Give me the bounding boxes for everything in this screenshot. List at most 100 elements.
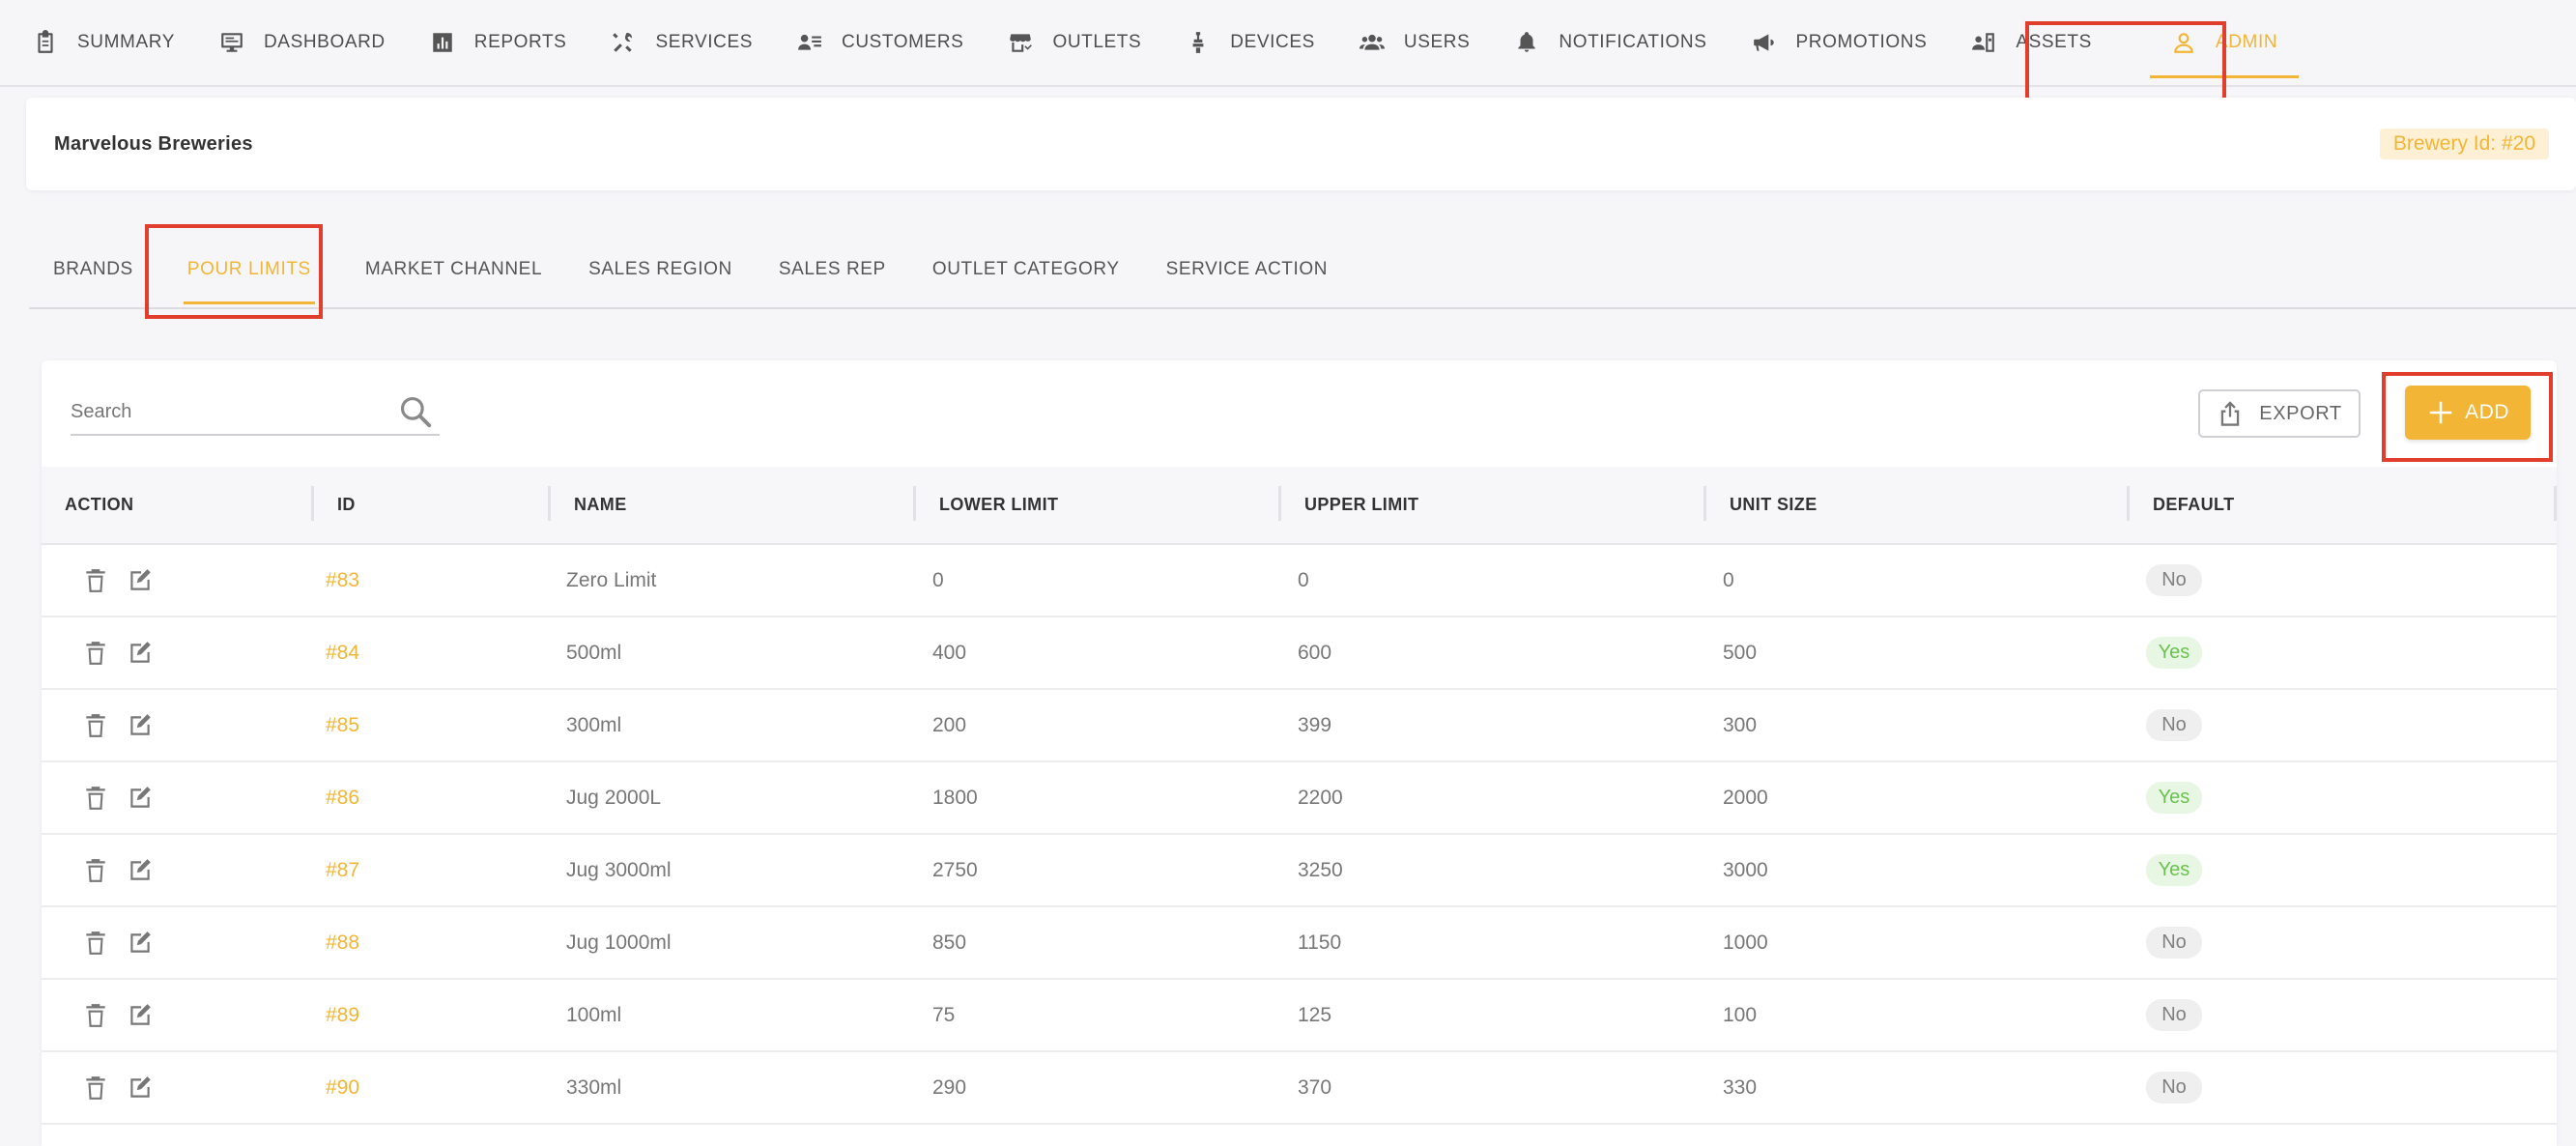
trash-icon[interactable] (83, 857, 108, 884)
row-id-link[interactable]: #90 (314, 1051, 551, 1125)
tab-outlet-category[interactable]: OUTLET CATEGORY (909, 231, 1143, 308)
table-toolbar: EXPORT ADD (42, 360, 2557, 467)
column-header-lower-limit[interactable]: LOWER LIMIT (916, 467, 1281, 545)
brewery-header-card: Marvelous Breweries Brewery Id: #20 (26, 98, 2576, 190)
nav-item-admin[interactable]: ADMIN (2136, 9, 2312, 78)
row-id-link[interactable]: #86 (314, 761, 551, 835)
tab-service-action[interactable]: SERVICE ACTION (1143, 231, 1351, 308)
row-upper-limit: 3250 (1281, 834, 1706, 907)
table-row: #83 Zero Limit 0 0 0 No (42, 544, 2557, 617)
edit-icon[interactable] (128, 567, 153, 594)
row-upper-limit: 1150 (1281, 906, 1706, 980)
column-header-name[interactable]: NAME (551, 467, 916, 545)
search-box (71, 389, 440, 436)
tab-pour-limits[interactable]: POUR LIMITS (157, 231, 342, 308)
row-name: 500ml (551, 616, 916, 690)
nav-item-reports[interactable]: REPORTS (430, 9, 567, 76)
nav-item-notifications[interactable]: NOTIFICATIONS (1514, 9, 1706, 76)
add-button-label: ADD (2465, 401, 2509, 423)
trash-icon[interactable] (83, 785, 108, 812)
nav-item-promotions[interactable]: PROMOTIONS (1752, 9, 1928, 76)
trash-icon[interactable] (83, 640, 108, 667)
row-name: Jug 1000ml (551, 906, 916, 980)
row-upper-limit: 399 (1281, 689, 1706, 762)
table-row: #89 100ml 75 125 100 No (42, 979, 2557, 1052)
brewery-id-badge: Brewery Id: #20 (2379, 129, 2549, 159)
tab-brands[interactable]: BRANDS (29, 231, 157, 308)
trash-icon[interactable] (83, 1074, 108, 1102)
table-row: #85 300ml 200 399 300 No (42, 689, 2557, 762)
nav-item-label: OUTLETS (1052, 32, 1142, 52)
nav-item-users[interactable]: USERS (1359, 9, 1471, 76)
table-row: #84 500ml 400 600 500 Yes (42, 616, 2557, 690)
edit-icon[interactable] (128, 930, 153, 957)
nav-item-label: ASSETS (2016, 32, 2092, 52)
tab-sales-rep[interactable]: SALES REP (756, 231, 909, 308)
search-input[interactable] (71, 392, 380, 431)
nav-item-label: NOTIFICATIONS (1559, 32, 1707, 52)
column-header-action[interactable]: ACTION (42, 467, 314, 545)
nav-item-customers[interactable]: CUSTOMERS (797, 9, 963, 76)
column-header-id[interactable]: ID (314, 467, 551, 545)
bar-chart-icon (433, 33, 452, 52)
edit-icon[interactable] (128, 1074, 153, 1102)
clipboard-icon (38, 30, 53, 53)
trash-icon[interactable] (83, 930, 108, 957)
row-unit-size: 330 (1706, 1051, 2130, 1125)
nav-item-services[interactable]: SERVICES (611, 9, 753, 76)
row-actions (42, 544, 314, 617)
row-unit-size: 100 (1706, 979, 2130, 1052)
search-icon[interactable] (397, 393, 434, 430)
nav-item-label: USERS (1403, 32, 1471, 52)
share-upload-icon (2221, 401, 2240, 426)
row-unit-size: 300 (1706, 689, 2130, 762)
edit-icon[interactable] (128, 712, 153, 739)
row-actions (42, 979, 314, 1052)
column-header-upper-limit[interactable]: UPPER LIMIT (1281, 467, 1706, 545)
row-default-cell: Yes (2130, 616, 2557, 690)
edit-icon[interactable] (128, 857, 153, 884)
trash-icon[interactable] (83, 712, 108, 739)
row-id-link[interactable]: #84 (314, 616, 551, 690)
row-upper-limit: 125 (1281, 979, 1706, 1052)
bell-icon (1518, 32, 1536, 52)
row-name: 330ml (551, 1051, 916, 1125)
add-button[interactable]: ADD (2405, 386, 2531, 440)
admin-subtabs: BRANDS POUR LIMITS MARKET CHANNEL SALES … (29, 232, 2576, 309)
export-button-label: EXPORT (2259, 402, 2342, 424)
row-unit-size: 1000 (1706, 906, 2130, 980)
row-lower-limit: 400 (916, 616, 1281, 690)
row-lower-limit: 1800 (916, 761, 1281, 835)
row-default-cell: Yes (2130, 761, 2557, 835)
edit-icon[interactable] (128, 785, 153, 812)
column-header-default[interactable]: DEFAULT (2130, 467, 2557, 545)
trash-icon[interactable] (83, 1002, 108, 1029)
column-header-unit-size[interactable]: UNIT SIZE (1706, 467, 2130, 545)
edit-icon[interactable] (128, 640, 153, 667)
nav-item-dashboard[interactable]: DASHBOARD (219, 9, 386, 76)
edit-icon[interactable] (128, 1002, 153, 1029)
row-id-link[interactable]: #87 (314, 834, 551, 907)
default-badge: No (2146, 709, 2202, 741)
nav-item-label: DASHBOARD (263, 32, 386, 52)
nav-item-outlets[interactable]: OUTLETS (1008, 9, 1141, 76)
nav-item-summary[interactable]: SUMMARY (33, 9, 175, 76)
nav-item-devices[interactable]: DEVICES (1186, 9, 1315, 76)
default-badge: Yes (2146, 782, 2202, 814)
row-id-link[interactable]: #88 (314, 906, 551, 980)
trash-icon[interactable] (83, 567, 108, 594)
tab-sales-region[interactable]: SALES REGION (565, 231, 756, 308)
row-id-link[interactable]: #85 (314, 689, 551, 762)
row-actions (42, 689, 314, 762)
row-id-link[interactable]: #83 (314, 544, 551, 617)
row-id-link[interactable]: #89 (314, 979, 551, 1052)
tab-market-channel[interactable]: MARKET CHANNEL (342, 231, 565, 308)
row-upper-limit: 370 (1281, 1051, 1706, 1125)
tools-icon (613, 33, 633, 52)
nav-item-label: PROMOTIONS (1795, 32, 1928, 52)
nav-item-label: CUSTOMERS (842, 32, 964, 52)
table-body: #83 Zero Limit 0 0 0 No #84 500ml 400 600 500 Yes #8… (42, 544, 2557, 1125)
nav-item-assets[interactable]: ASSETS (1971, 9, 2092, 76)
table-row: #90 330ml 290 370 330 No (42, 1051, 2557, 1125)
export-button[interactable]: EXPORT (2198, 389, 2361, 438)
